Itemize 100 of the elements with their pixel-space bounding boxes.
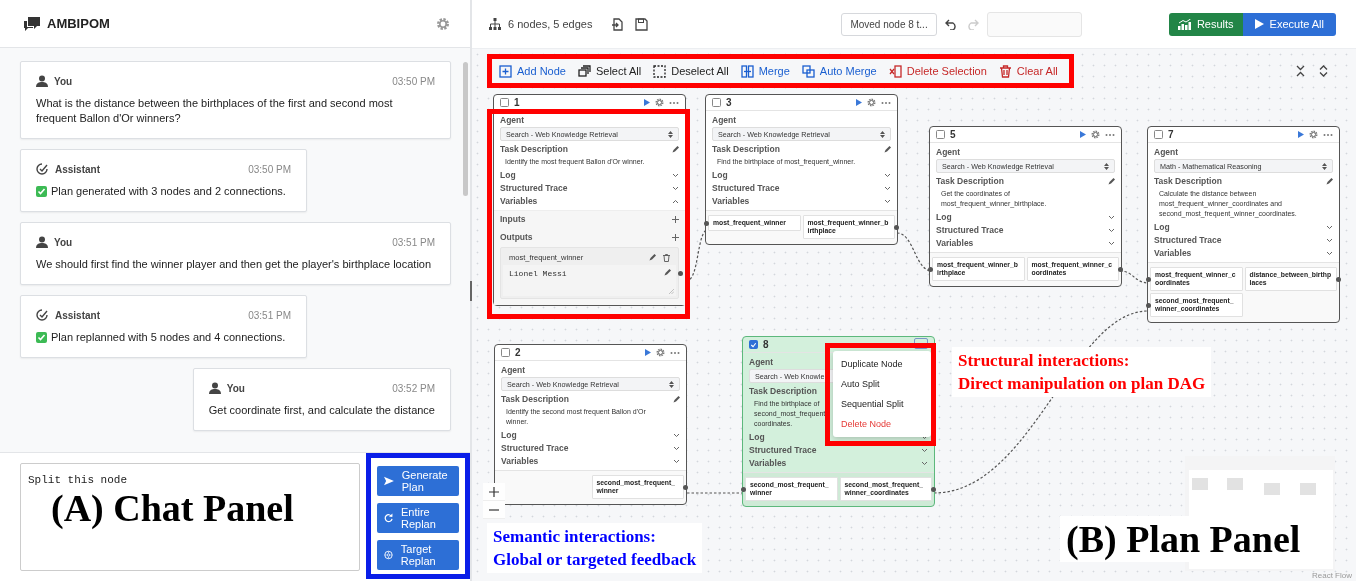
settings-icon[interactable]: [656, 348, 665, 357]
more-icon[interactable]: [670, 350, 680, 355]
toolbar-button[interactable]: Select All: [576, 64, 643, 78]
pencil-icon[interactable]: [673, 396, 680, 403]
menu-item[interactable]: Sequential Split: [833, 394, 931, 414]
toolbar-button[interactable]: Add Node: [498, 64, 567, 78]
results-button[interactable]: Results: [1168, 12, 1243, 36]
section-toggle[interactable]: Variables: [936, 237, 974, 250]
plus-icon[interactable]: [672, 234, 679, 241]
section-toggle[interactable]: Variables: [712, 195, 750, 208]
resize-handle[interactable]: [470, 281, 472, 301]
port-handle[interactable]: [683, 484, 688, 490]
toolbar-button[interactable]: Deselect All: [652, 64, 730, 78]
run-icon[interactable]: [856, 99, 862, 106]
input-field[interactable]: [986, 11, 1082, 37]
chevron-icon[interactable]: [1108, 215, 1115, 220]
pencil-icon[interactable]: [1108, 178, 1115, 185]
chevron-icon[interactable]: [673, 446, 680, 451]
action-button[interactable]: Entire Replan: [376, 503, 459, 533]
toolbar-button[interactable]: Merge: [739, 64, 791, 78]
run-icon[interactable]: [1298, 131, 1304, 138]
section-toggle[interactable]: Variables: [500, 195, 538, 208]
run-icon[interactable]: [644, 99, 650, 106]
section-toggle[interactable]: Structured Trace: [500, 182, 568, 195]
pencil-icon[interactable]: [1326, 178, 1333, 185]
pencil-icon[interactable]: [664, 269, 671, 276]
section-toggle[interactable]: Structured Trace: [1154, 234, 1222, 247]
section-toggle[interactable]: Log: [501, 429, 517, 442]
port-handle[interactable]: [1146, 276, 1151, 282]
section-toggle[interactable]: Variables: [1154, 247, 1192, 260]
plus-icon[interactable]: [672, 216, 679, 223]
port-handle[interactable]: [1146, 302, 1151, 308]
export-icon[interactable]: [611, 17, 625, 31]
settings-icon[interactable]: [1309, 130, 1318, 139]
chevron-icon[interactable]: [1326, 238, 1333, 243]
more-button[interactable]: [914, 337, 928, 349]
action-button[interactable]: Generate Plan: [376, 466, 459, 496]
section-toggle[interactable]: Variables: [501, 455, 539, 468]
plan-node[interactable]: [929, 126, 1122, 287]
port-handle[interactable]: [894, 224, 899, 230]
collapse-icon[interactable]: [1295, 65, 1306, 77]
chevron-icon[interactable]: [1108, 241, 1115, 246]
toolbar-button[interactable]: Clear All: [997, 64, 1059, 78]
value-field[interactable]: Lionel Messi: [503, 265, 676, 296]
section-toggle[interactable]: Log: [749, 431, 765, 444]
section-toggle[interactable]: Log: [1154, 221, 1170, 234]
chevron-icon[interactable]: [672, 173, 679, 178]
section-toggle[interactable]: Structured Trace: [936, 224, 1004, 237]
plan-node[interactable]: [1147, 126, 1340, 323]
pencil-icon[interactable]: [884, 146, 891, 153]
run-icon[interactable]: [1080, 131, 1086, 138]
chevron-icon[interactable]: [884, 199, 891, 204]
pencil-icon[interactable]: [649, 254, 656, 261]
chevron-icon[interactable]: [921, 461, 928, 466]
section-toggle[interactable]: Log: [712, 169, 728, 182]
settings-icon[interactable]: [1091, 130, 1100, 139]
more-icon[interactable]: [1323, 132, 1333, 137]
port-handle[interactable]: [928, 266, 933, 272]
zoom-out-button[interactable]: [483, 501, 505, 519]
undo-icon[interactable]: [944, 18, 958, 30]
section-toggle[interactable]: Structured Trace: [501, 442, 569, 455]
section-toggle[interactable]: Structured Trace: [749, 444, 817, 457]
section-toggle[interactable]: Variables: [749, 457, 787, 470]
history-button[interactable]: Moved node 8 t...: [841, 12, 937, 36]
chevron-icon[interactable]: [921, 448, 928, 453]
section-toggle[interactable]: Log: [500, 169, 516, 182]
toolbar-button[interactable]: Auto Merge: [800, 64, 878, 78]
port-handle[interactable]: [1336, 276, 1341, 282]
chevron-icon[interactable]: [884, 186, 891, 191]
chevron-icon[interactable]: [1326, 251, 1333, 256]
chevron-icon[interactable]: [672, 186, 679, 191]
more-icon[interactable]: [881, 100, 891, 105]
chevron-icon[interactable]: [884, 173, 891, 178]
execute-button[interactable]: Execute All: [1242, 12, 1336, 36]
toolbar-button[interactable]: Delete Selection: [887, 64, 988, 78]
port-handle[interactable]: [704, 220, 709, 226]
menu-item[interactable]: Auto Split: [833, 374, 931, 394]
pencil-icon[interactable]: [672, 146, 679, 153]
zoom-in-button[interactable]: [483, 483, 505, 501]
chevron-icon[interactable]: [921, 435, 928, 440]
more-icon[interactable]: [1105, 132, 1115, 137]
chevron-icon[interactable]: [1326, 225, 1333, 230]
save-icon[interactable]: [635, 17, 649, 31]
settings-icon[interactable]: [655, 98, 664, 107]
plan-node[interactable]: [742, 336, 935, 507]
checkbox[interactable]: [501, 348, 510, 357]
port-handle[interactable]: [741, 486, 746, 492]
port-handle[interactable]: [931, 486, 936, 492]
settings-icon[interactable]: [867, 98, 876, 107]
run-icon[interactable]: [645, 349, 651, 356]
expand-icon[interactable]: [1318, 65, 1329, 77]
chevron-icon[interactable]: [1108, 228, 1115, 233]
chevron-icon[interactable]: [672, 199, 679, 204]
checkbox[interactable]: [936, 130, 945, 139]
checkbox[interactable]: [749, 340, 758, 349]
section-toggle[interactable]: Structured Trace: [712, 182, 780, 195]
chevron-icon[interactable]: [673, 433, 680, 438]
checkbox[interactable]: [500, 98, 509, 107]
trash-icon[interactable]: [663, 253, 670, 262]
checkbox[interactable]: [712, 98, 721, 107]
